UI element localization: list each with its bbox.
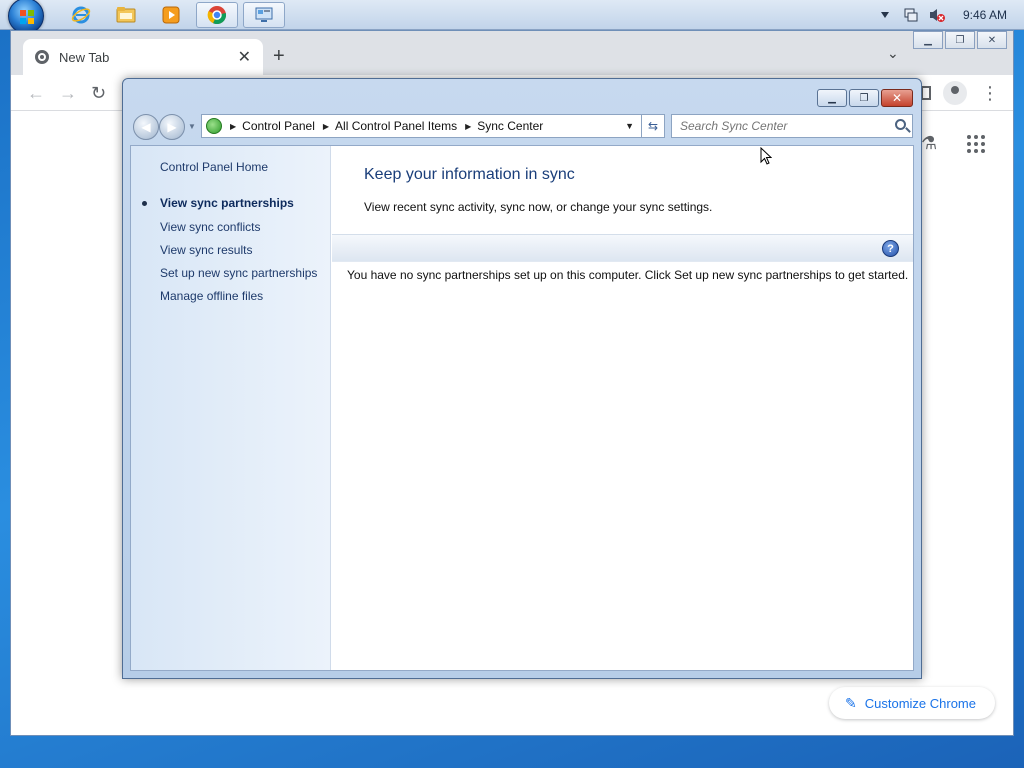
search-box[interactable] xyxy=(671,114,913,138)
breadcrumb-separator-icon[interactable]: ▶ xyxy=(230,122,236,131)
nav-link-manage-offline-files[interactable]: Manage offline files xyxy=(160,289,263,303)
address-bar[interactable]: ▶ Control Panel ▶ All Control Panel Item… xyxy=(201,114,665,138)
mouse-cursor-icon xyxy=(760,147,772,165)
sync-window-controls: ▁ ❐ ✕ xyxy=(815,89,913,107)
nav-link-view-sync-conflicts[interactable]: View sync conflicts xyxy=(160,220,260,234)
address-row: ◀ ▶ ▼ ▶ Control Panel ▶ All Control Pane… xyxy=(131,114,915,140)
page-title: Keep your information in sync xyxy=(364,166,575,183)
back-arrow-icon[interactable]: ← xyxy=(27,83,45,104)
side-panel-icon[interactable] xyxy=(921,86,931,100)
customize-chrome-button[interactable]: ✎ Customize Chrome xyxy=(829,687,995,719)
volume-muted-icon[interactable] xyxy=(928,6,946,24)
restore-icon[interactable]: ❐ xyxy=(945,31,975,49)
help-icon[interactable]: ? xyxy=(882,240,899,257)
forward-button[interactable]: ▶ xyxy=(159,114,185,140)
minimize-icon[interactable]: ▁ xyxy=(817,89,847,107)
search-icon[interactable] xyxy=(895,119,906,130)
windows-logo-icon xyxy=(20,10,34,24)
close-icon[interactable]: ✕ xyxy=(881,89,913,107)
network-icon[interactable] xyxy=(902,6,920,24)
chrome-favicon-icon xyxy=(35,50,49,64)
current-page-bullet-icon xyxy=(142,201,147,206)
breadcrumb-control-panel[interactable]: Control Panel xyxy=(242,119,315,133)
taskbar-windows-explorer[interactable] xyxy=(105,2,147,28)
navigation-pane: Control Panel Home View sync partnership… xyxy=(131,146,331,670)
chrome-labs-flask-icon[interactable]: ⚗ xyxy=(921,133,937,154)
chrome-tab[interactable]: New Tab ✕ xyxy=(23,39,263,75)
media-player-icon xyxy=(162,6,180,24)
chrome-icon xyxy=(207,6,227,25)
nav-link-set-up-partnerships[interactable]: Set up new sync partnerships xyxy=(160,266,317,280)
sync-center-window: ▁ ❐ ✕ ◀ ▶ ▼ ▶ Control Panel ▶ All Contro… xyxy=(122,78,922,679)
system-tray: 9:46 AM xyxy=(876,0,1024,30)
content-pane: Keep your information in sync View recen… xyxy=(332,146,913,670)
nav-link-control-panel-home[interactable]: Control Panel Home xyxy=(160,160,268,174)
nav-link-view-sync-partnerships[interactable]: View sync partnerships xyxy=(160,196,294,210)
taskbar-media-player[interactable] xyxy=(150,2,192,28)
taskbar-clock[interactable]: 9:46 AM xyxy=(954,8,1016,22)
chrome-toolbar-right: ⋮ xyxy=(921,81,999,105)
nav-link-view-sync-results[interactable]: View sync results xyxy=(160,243,252,257)
recent-pages-chevron-icon[interactable]: ▼ xyxy=(188,122,196,131)
start-button[interactable] xyxy=(8,0,44,34)
chrome-tab-strip: New Tab ✕ + ⌄ ▁ ❐ ✕ xyxy=(11,31,1013,75)
control-panel-icon xyxy=(255,7,273,22)
google-apps-icon[interactable] xyxy=(967,135,985,153)
command-bar: ? xyxy=(332,234,913,262)
chrome-window-controls: ▁ ❐ ✕ xyxy=(911,31,1007,49)
taskbar-control-panel[interactable] xyxy=(243,2,285,28)
maximize-icon[interactable]: ❐ xyxy=(849,89,879,107)
refresh-button[interactable]: ⇆ xyxy=(641,114,665,138)
taskbar-internet-explorer[interactable] xyxy=(60,2,102,28)
reload-icon[interactable]: ↻ xyxy=(91,83,106,104)
breadcrumb-separator-icon[interactable]: ▶ xyxy=(465,122,471,131)
forward-arrow-icon[interactable]: → xyxy=(59,83,77,104)
breadcrumb-separator-icon[interactable]: ▶ xyxy=(323,122,329,131)
customize-chrome-label: Customize Chrome xyxy=(864,695,976,711)
close-tab-icon[interactable]: ✕ xyxy=(238,47,251,67)
pencil-icon: ✎ xyxy=(845,694,857,711)
taskbar: 9:46 AM xyxy=(0,0,1024,34)
tab-search-chevron-icon[interactable]: ⌄ xyxy=(887,45,899,62)
taskbar-chrome[interactable] xyxy=(196,2,238,28)
back-button[interactable]: ◀ xyxy=(133,114,159,140)
chrome-tab-title: New Tab xyxy=(59,49,110,65)
minimize-icon[interactable]: ▁ xyxy=(913,31,943,49)
close-icon[interactable]: ✕ xyxy=(977,31,1007,49)
chrome-menu-icon[interactable]: ⋮ xyxy=(981,83,999,104)
address-history-chevron-icon[interactable]: ▼ xyxy=(625,121,634,131)
show-hidden-icons-icon[interactable] xyxy=(876,6,894,24)
new-tab-icon[interactable]: + xyxy=(273,45,285,68)
empty-partnerships-message: You have no sync partnerships set up on … xyxy=(347,268,909,282)
breadcrumb-all-items[interactable]: All Control Panel Items xyxy=(335,119,457,133)
profile-avatar-icon[interactable] xyxy=(943,81,967,105)
breadcrumb-sync-center[interactable]: Sync Center xyxy=(477,119,543,133)
control-panel-icon xyxy=(206,118,222,134)
page-subtitle: View recent sync activity, sync now, or … xyxy=(364,200,713,214)
windows-explorer-icon xyxy=(116,7,136,23)
search-input[interactable] xyxy=(680,119,880,133)
sync-center-body: Control Panel Home View sync partnership… xyxy=(130,145,914,671)
internet-explorer-icon xyxy=(71,6,91,24)
